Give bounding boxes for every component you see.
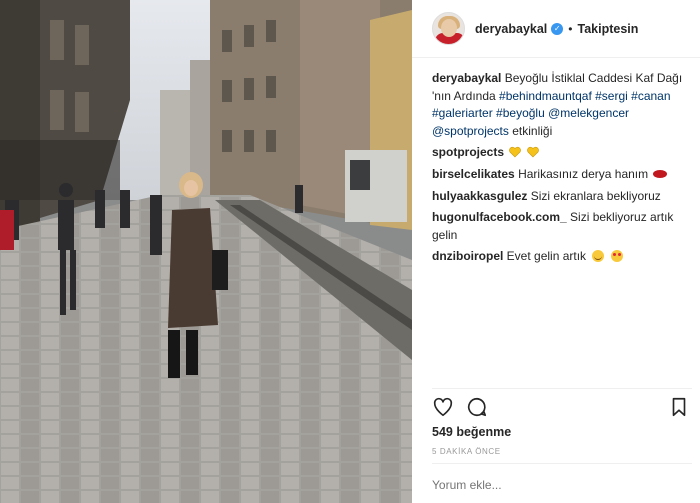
hashtag-link[interactable]: #beyoğlu — [496, 106, 545, 120]
comment-username[interactable]: dnziboiropel — [432, 249, 503, 263]
caption-username[interactable]: deryabaykal — [432, 71, 501, 85]
comment-username[interactable]: birselcelikates — [432, 167, 515, 181]
list-item: hugonulfacebook.com_ Sizi bekliyoruz art… — [432, 209, 692, 244]
avatar[interactable] — [432, 12, 465, 45]
comment-username[interactable]: hulyaakkasgulez — [432, 189, 527, 203]
comment-input[interactable] — [432, 478, 682, 492]
separator-dot: • — [568, 21, 573, 36]
blush-face-icon — [592, 250, 605, 263]
hashtag-link[interactable]: #sergi — [595, 89, 628, 103]
comment-username[interactable]: hugonulfacebook.com_ — [432, 210, 567, 224]
speech-bubble-icon[interactable] — [466, 396, 488, 418]
post-photo[interactable] — [0, 0, 412, 503]
post-timestamp: 5 DAKİKA ÖNCE — [432, 447, 501, 456]
post-sidebar: deryabaykal ✓ • Takiptesin deryabaykal B… — [412, 0, 700, 503]
list-item: birselcelikates Harikasınız derya hanım — [432, 166, 692, 184]
list-item: hulyaakkasgulez Sizi ekranlara bekliyoru… — [432, 188, 692, 206]
divider — [432, 463, 692, 464]
hashtag-link[interactable]: #galeriarter — [432, 106, 493, 120]
follow-status-button[interactable]: Takiptesin — [577, 22, 638, 36]
lipstick-kiss-icon — [653, 169, 668, 178]
mention-link[interactable]: @melekgencer — [548, 106, 629, 120]
caption-suffix: etkinliği — [512, 123, 553, 138]
caption: deryabaykal Beyoğlu İstiklal Caddesi Kaf… — [432, 70, 692, 140]
likes-count[interactable]: 549 beğenme — [432, 425, 511, 439]
hashtag-link[interactable]: #canan — [631, 89, 670, 103]
comments-list: deryabaykal Beyoğlu İstiklal Caddesi Kaf… — [432, 70, 692, 270]
post-actions — [432, 396, 690, 418]
list-item: spotprojects — [432, 144, 692, 162]
heart-eyes-face-icon — [610, 250, 623, 263]
yellow-heart-icon — [509, 147, 522, 158]
divider — [432, 388, 692, 389]
mention-link[interactable]: @spotprojects — [432, 124, 509, 138]
comment-username[interactable]: spotprojects — [432, 145, 504, 159]
verified-badge-icon: ✓ — [551, 22, 564, 35]
bookmark-icon[interactable] — [668, 396, 690, 418]
street-photo-image — [0, 0, 412, 503]
comment-text: Sizi ekranlara bekliyoruz — [530, 188, 661, 203]
comment-text: Evet gelin artık — [506, 249, 587, 264]
yellow-heart-icon — [526, 147, 539, 158]
list-item: dnziboiropel Evet gelin artık — [432, 248, 692, 266]
hashtag-link[interactable]: #behindmauntqaf — [499, 89, 592, 103]
comment-text: Harikasınız derya hanım — [518, 166, 649, 181]
heart-icon[interactable] — [432, 396, 454, 418]
post-header: deryabaykal ✓ • Takiptesin — [412, 0, 700, 58]
post-username[interactable]: deryabaykal — [475, 22, 547, 36]
